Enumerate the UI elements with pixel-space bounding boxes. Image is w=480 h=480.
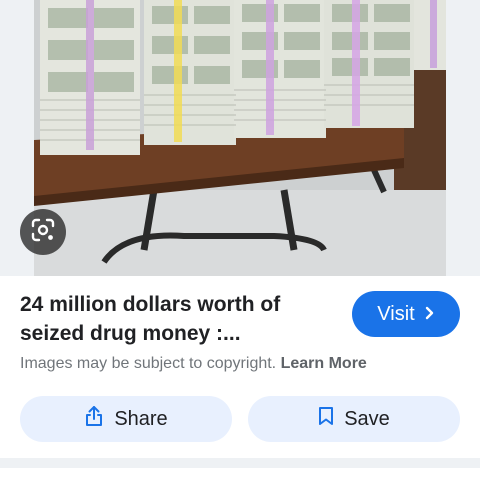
save-label: Save <box>344 407 390 430</box>
save-button[interactable]: Save <box>248 396 460 442</box>
lens-button[interactable] <box>20 209 66 255</box>
money-photo[interactable] <box>34 0 446 276</box>
result-title[interactable]: 24 million dollars worth of seized drug … <box>20 290 330 348</box>
bookmark-icon <box>318 406 334 432</box>
learn-more-link[interactable]: Learn More <box>281 355 367 372</box>
chevron-right-icon <box>423 303 435 326</box>
copyright-notice: Images may be subject to copyright. Lear… <box>20 355 367 373</box>
share-button[interactable]: Share <box>20 396 232 442</box>
visit-button[interactable]: Visit <box>352 291 460 337</box>
lens-icon <box>30 217 56 248</box>
share-icon <box>84 405 104 433</box>
image-preview[interactable] <box>0 0 480 276</box>
visit-label: Visit <box>377 302 415 325</box>
section-divider <box>0 458 480 468</box>
copyright-text: Images may be subject to copyright. <box>20 355 277 372</box>
share-label: Share <box>114 407 168 430</box>
